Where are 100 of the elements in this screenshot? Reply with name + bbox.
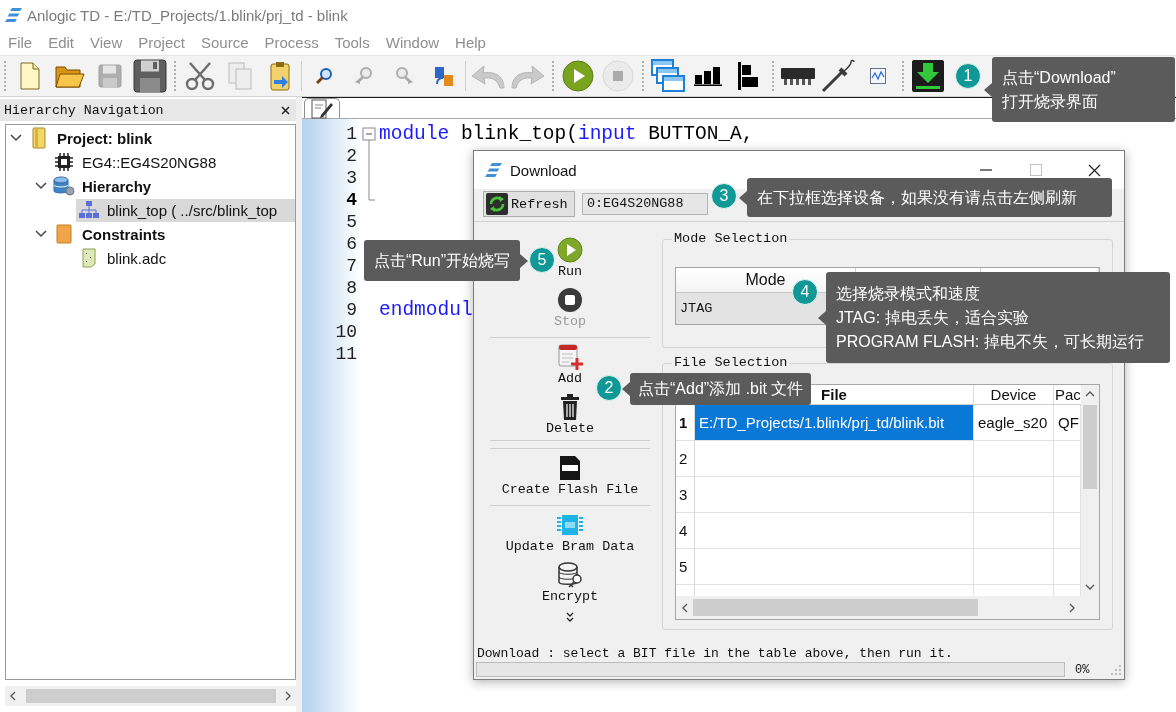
refresh-icon [486,193,508,215]
tree-item[interactable]: blink_top ( ../src/blink_top [76,198,295,222]
window-title: Anlogic TD - E:/TD_Projects/1.blink/prj_td - blink [27,6,348,24]
table-cell[interactable]: eagle_s20 [974,405,1054,441]
scrollbar-thumb[interactable] [693,599,978,616]
scrollbar-thumb[interactable] [1083,405,1097,489]
code-line: endmodul [379,299,473,321]
replace-icon[interactable] [434,65,454,87]
encrypt-button[interactable]: Encrypt [541,562,599,605]
scrollbar-thumb[interactable] [25,689,276,703]
search-icon[interactable] [316,68,332,84]
row-number: 4 [676,513,695,549]
progress-reading: 0% [1075,662,1090,677]
group-title: File Selection [673,355,789,371]
column-header[interactable]: Device [990,386,1037,403]
scroll-left-icon[interactable] [682,602,688,613]
line-number: 4 [346,189,357,211]
status-message: Download : select a BIT file in the table above, then run it. [477,646,954,661]
line-number: 2 [346,145,357,167]
editor-tab[interactable] [304,98,340,118]
line-number: 9 [346,299,357,321]
line-number: 3 [346,167,357,189]
table-cell[interactable] [695,513,974,549]
update-bram-data-button[interactable]: Update Bram Data [505,512,635,555]
table-cell[interactable] [974,441,1054,477]
column-header[interactable]: File [821,386,847,403]
scroll-up-icon[interactable] [1085,391,1095,397]
align-left-icon[interactable] [737,62,759,90]
create-flash-file-button[interactable]: Create Flash File [501,455,639,498]
dialog-title: Download [510,161,577,179]
chevron-down-icon[interactable] [35,182,47,190]
memory-chip-icon [557,512,583,538]
app-logo-icon [485,163,502,177]
vertical-scrollbar[interactable] [1081,385,1099,596]
scroll-right-icon[interactable] [285,691,291,701]
folder-icon [32,127,46,149]
open-folder-icon[interactable] [55,64,85,88]
pointer-triangle-icon [622,382,630,396]
row-number: 3 [676,477,695,513]
windows-stack-icon[interactable] [651,59,685,93]
add-file-icon [557,344,583,370]
stop-icon [557,287,583,313]
refresh-button[interactable]: Refresh [483,191,575,217]
probe-icon[interactable] [821,59,855,93]
device-dropdown[interactable]: 0:EG4S20NG88 [582,193,708,215]
tree-item[interactable]: Project: blink [26,126,295,150]
table-cell[interactable]: E:/TD_Projects/1.blink/prj_td/blink.bit [695,405,974,441]
database-key-icon [557,562,583,588]
edit-document-icon [311,98,333,119]
column-header: Mode [745,271,786,289]
chevron-down-icon[interactable] [10,134,22,142]
chip-icon[interactable] [780,66,816,86]
play-icon[interactable] [562,60,594,92]
flash-file-icon [559,455,581,481]
line-number: 11 [335,343,357,365]
table-cell[interactable] [695,477,974,513]
callout-tooltip: 选择烧录模式和速度 JTAG: 掉电丢失，适合实验 PROGRAM FLASH: 掉电不失，可长期运行 [826,272,1170,363]
callout-tooltip: 点击“Add”添加 .bit 文件 [630,373,812,405]
pointer-triangle-icon [739,190,747,205]
horizontal-scrollbar[interactable] [676,596,1081,619]
scroll-left-icon[interactable] [10,691,16,701]
waveform-icon[interactable] [870,68,886,84]
new-file-icon[interactable] [20,62,40,90]
tree-item[interactable]: Hierarchy [51,174,295,198]
tree-item[interactable]: blink.adc [76,246,295,270]
double-chevron-icon[interactable] [566,612,574,622]
resize-grip-icon[interactable] [1111,664,1121,675]
line-number: 5 [346,211,357,233]
database-icon [53,176,75,196]
run-button[interactable]: Run [557,237,583,280]
group-title: Mode Selection [673,231,789,247]
delete-button[interactable]: Delete [545,394,595,437]
line-number: 8 [346,277,357,299]
play-icon [557,237,583,263]
callout-tooltip: 点击“Download” 打开烧录界面 [992,57,1175,122]
bar-chart-icon[interactable] [694,66,722,86]
table-cell[interactable] [974,477,1054,513]
tree-item[interactable]: Constraints [51,222,295,246]
scroll-right-icon[interactable] [1069,602,1075,613]
callout-tooltip: 在下拉框选择设备，如果没有请点击左侧刷新 [747,178,1112,217]
column-header[interactable]: Pac [1055,386,1081,403]
chevron-down-icon[interactable] [35,230,47,238]
table-cell[interactable] [695,441,974,477]
table-cell[interactable] [974,513,1054,549]
download-icon[interactable] [912,60,944,92]
tree-diagram-icon [79,201,99,219]
horizontal-scrollbar[interactable] [5,686,296,706]
add-button[interactable]: Add [557,344,583,387]
table-cell[interactable] [974,549,1054,585]
tree-item[interactable]: EG4::EG4S20NG88 [51,150,295,174]
maximize-icon[interactable] [1030,164,1042,176]
pointer-triangle-icon [818,310,826,325]
close-icon[interactable] [281,105,290,115]
panel-title: Hierarchy Navigation [4,102,164,118]
line-number: 1 [346,123,357,145]
table-cell[interactable] [695,549,974,585]
line-number: 7 [346,255,357,277]
close-icon[interactable] [1088,163,1101,177]
scissors-icon[interactable] [185,61,215,91]
scroll-down-icon[interactable] [1085,584,1095,590]
